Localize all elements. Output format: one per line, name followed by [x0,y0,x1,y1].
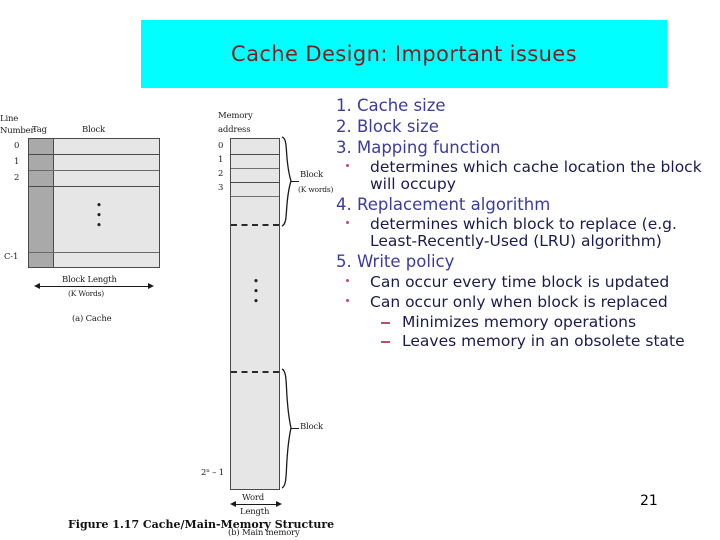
list-item-cache-size: 1. Cache size [336,96,446,115]
list-item-label: Can occur only when block is replaced [370,293,668,311]
list-item-block-size: 2. Block size [336,117,439,136]
memory-word-length-sublabel: Length [240,507,270,517]
list-item-replacement-detail: determines which block to replace (e.g. … [336,216,716,250]
cache-row-label-last: C-1 [4,252,19,262]
list-item-replacement-algorithm: 4. Replacement algorithm [336,195,551,214]
cache-line-number-label-2: Number [0,126,35,136]
memory-vertical-ellipsis: • • • [252,275,260,308]
slide-canvas: Cache Design: Important issues 1. Cache … [0,0,720,540]
memory-word-length-label: Word [242,493,264,503]
list-item-write-through: Can occur every time block is updated [336,274,716,291]
memory-address-label-2: address [218,125,251,135]
cache-row-label-0: 0 [14,141,20,151]
cache-block-length-sublabel: (K Words) [68,289,104,298]
memory-row-divider [231,168,279,169]
memory-row-label-last: 2ⁿ – 1 [201,468,224,478]
cache-row-divider [29,186,159,187]
memory-row-divider [231,154,279,155]
bullet-dot-icon [346,164,349,167]
content-list: 1. Cache size 2. Block size 3. Mapping f… [336,96,716,350]
bullet-dot-icon [346,221,349,224]
list-item-minimizes-memory-ops: Minimizes memory operations [336,314,716,331]
cache-row-label-2: 2 [14,173,20,183]
bullet-dot-icon [346,279,349,282]
dash-marker-icon [381,341,390,343]
memory-word-length-arrow [236,504,276,505]
memory-bottom-brace-label: Block [300,422,323,432]
cache-tag-column [29,139,54,267]
cache-line-number-label-1: Line [0,114,19,124]
list-item-label: Minimizes memory operations [402,313,637,331]
figure-caption: Figure 1.17 Cache/Main-Memory Structure [68,518,335,531]
list-item-label: Leaves memory in an obsolete state [402,332,685,350]
memory-top-brace-label: Block [300,170,323,180]
dash-marker-icon [381,322,390,324]
memory-top-brace-icon [281,136,292,227]
memory-column: • • • [230,138,280,490]
cache-row-divider [29,154,159,155]
memory-row-label-0: 0 [218,141,224,151]
memory-dashed-divider [231,371,279,373]
memory-top-brace-sublabel: (K words) [298,185,334,194]
page-title: Cache Design: Important issues [231,42,577,66]
memory-bottom-brace-pointer [291,428,299,429]
list-item-mapping-detail: determines which cache location the bloc… [336,159,716,193]
memory-row-divider [231,182,279,183]
title-banner: Cache Design: Important issues [141,20,667,88]
figure-cache-main-memory: Line Number Tag Block • • • 0 1 2 C-1 Bloc… [0,100,340,540]
memory-row-label-1: 1 [218,155,224,165]
page-number: 21 [640,493,658,509]
memory-row-divider [231,196,279,197]
cache-vertical-ellipsis: • • • [95,199,103,232]
list-item-obsolete-state: Leaves memory in an obsolete state [336,333,716,350]
bullet-dot-icon [346,299,349,302]
cache-block-column [54,139,159,267]
cache-block-length-arrow [40,286,148,287]
cache-subcaption: (a) Cache [72,314,112,324]
arrow-head-left-icon [34,283,40,289]
cache-table: • • • [28,138,160,268]
list-item-label: determines which block to replace (e.g. … [370,215,677,250]
memory-dashed-divider [231,224,279,226]
arrow-head-left-icon [230,501,236,507]
arrow-head-right-icon [276,501,282,507]
list-item-mapping-function: 3. Mapping function [336,138,501,157]
list-item-label: determines which cache location the bloc… [370,158,702,193]
list-item-write-back: Can occur only when block is replaced [336,294,716,311]
cache-block-length-label: Block Length [62,275,117,285]
cache-block-header: Block [82,125,105,135]
memory-bottom-brace-icon [281,368,292,489]
memory-row-label-3: 3 [218,183,224,193]
list-item-write-policy: 5. Write policy [336,252,455,271]
memory-address-label-1: Memory [218,111,253,121]
cache-row-divider [29,170,159,171]
list-item-label: Can occur every time block is updated [370,273,670,291]
cache-row-divider [29,252,159,253]
cache-tag-header: Tag [32,125,47,135]
cache-row-label-1: 1 [14,157,20,167]
memory-top-brace-pointer [291,181,299,182]
arrow-head-right-icon [148,283,154,289]
memory-row-label-2: 2 [218,169,224,179]
